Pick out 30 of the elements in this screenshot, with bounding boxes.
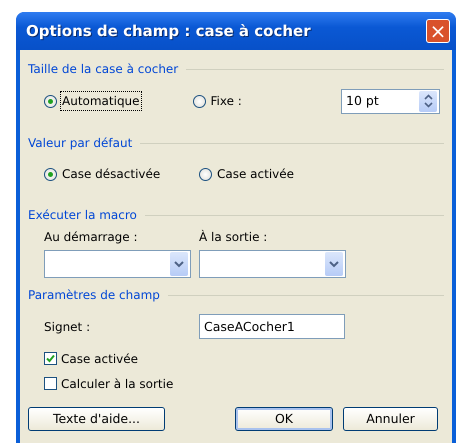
macro-dropdown[interactable]	[199, 250, 346, 278]
group-heading: Taille de la case à cocher	[28, 61, 178, 78]
size-spin-field[interactable]: 10 pt	[341, 88, 440, 114]
close-button[interactable]: ×	[426, 19, 450, 43]
window-title: Options de champ : case à cocher	[26, 20, 311, 42]
group-heading: Valeur par défaut	[28, 135, 132, 152]
spin-arrows-icon[interactable]	[419, 90, 438, 112]
radio-circle[interactable]	[192, 94, 206, 108]
group-heading: Exécuter la macro	[28, 207, 137, 224]
checkbox-label[interactable]: Case activée	[61, 350, 138, 368]
dialog-button[interactable]: Annuler	[343, 407, 438, 431]
checkbox-label[interactable]: Calculer à la sortie	[61, 374, 174, 392]
radio-circle[interactable]	[44, 94, 57, 108]
radio-circle[interactable]	[199, 168, 212, 180]
macro-dropdown[interactable]	[44, 250, 191, 278]
checkbox[interactable]	[44, 352, 57, 365]
radio-label[interactable]: Fixe :	[210, 92, 243, 110]
check-icon	[45, 353, 56, 364]
field-label: Signet :	[44, 318, 92, 336]
field-label: Au démarrage :	[44, 229, 139, 246]
radio-label[interactable]: Case activée	[216, 165, 296, 183]
dialog-button[interactable]: OK	[235, 407, 333, 431]
field-label: À la sortie :	[199, 228, 268, 246]
radio-label[interactable]: Case désactivée	[61, 165, 162, 183]
radio-circle[interactable]	[44, 168, 57, 180]
dialog-button[interactable]: Texte d'aide...	[28, 407, 165, 431]
radio-label[interactable]: Automatique	[61, 92, 141, 110]
checkbox[interactable]	[44, 377, 57, 390]
bookmark-field[interactable]: CaseACocher1	[199, 314, 345, 339]
group-heading: Paramètres de champ	[28, 287, 160, 304]
